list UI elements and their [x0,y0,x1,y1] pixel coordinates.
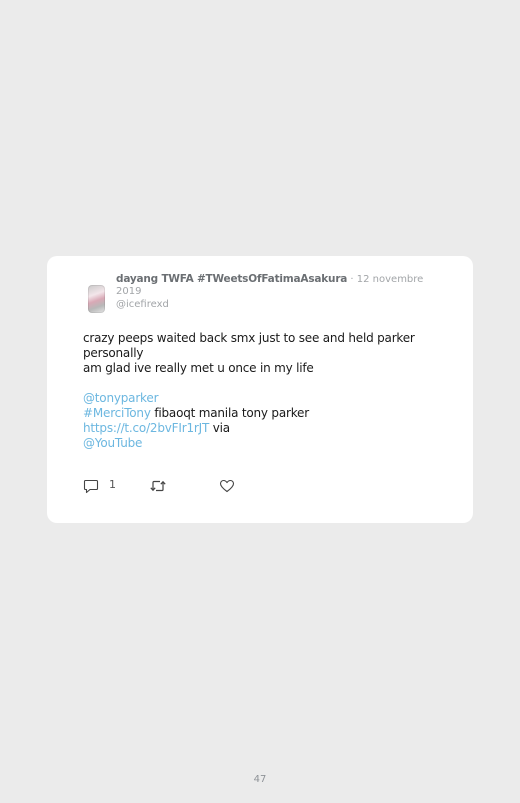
mention-link[interactable]: @YouTube [83,436,142,450]
url-link[interactable]: https://t.co/2bvFIr1rJT [83,421,209,435]
heart-icon [219,479,235,493]
tweet-text-line: crazy peeps waited back smx just to see … [83,331,415,360]
tweet-header: dayang TWFA #TWeetsOfFatimaAsakura · 12 … [116,273,436,311]
mention-link[interactable]: @tonyparker [83,391,158,405]
user-handle[interactable]: @icefirexd [116,299,436,311]
reply-icon [83,479,99,494]
separator: · [350,274,354,285]
tweet-text-line: via [209,421,230,435]
retweet-icon [149,479,167,493]
hashtag-link[interactable]: #MerciTony [83,406,151,420]
tweet-body: crazy peeps waited back smx just to see … [83,331,433,451]
reply-button[interactable]: 1 [83,478,116,494]
tweet-actions: 1 [83,478,283,496]
tweet-card: dayang TWFA #TWeetsOfFatimaAsakura · 12 … [47,256,473,523]
like-button[interactable] [219,478,235,494]
display-name[interactable]: dayang TWFA #TWeetsOfFatimaAsakura [116,273,347,285]
tweet-text-line: fibaoqt manila tony parker [150,406,309,420]
tweet-text-line: am glad ive really met u once in my life [83,361,314,375]
page-number: 47 [253,774,267,785]
retweet-button[interactable] [149,478,167,494]
avatar[interactable] [88,285,105,313]
reply-count: 1 [109,478,116,491]
